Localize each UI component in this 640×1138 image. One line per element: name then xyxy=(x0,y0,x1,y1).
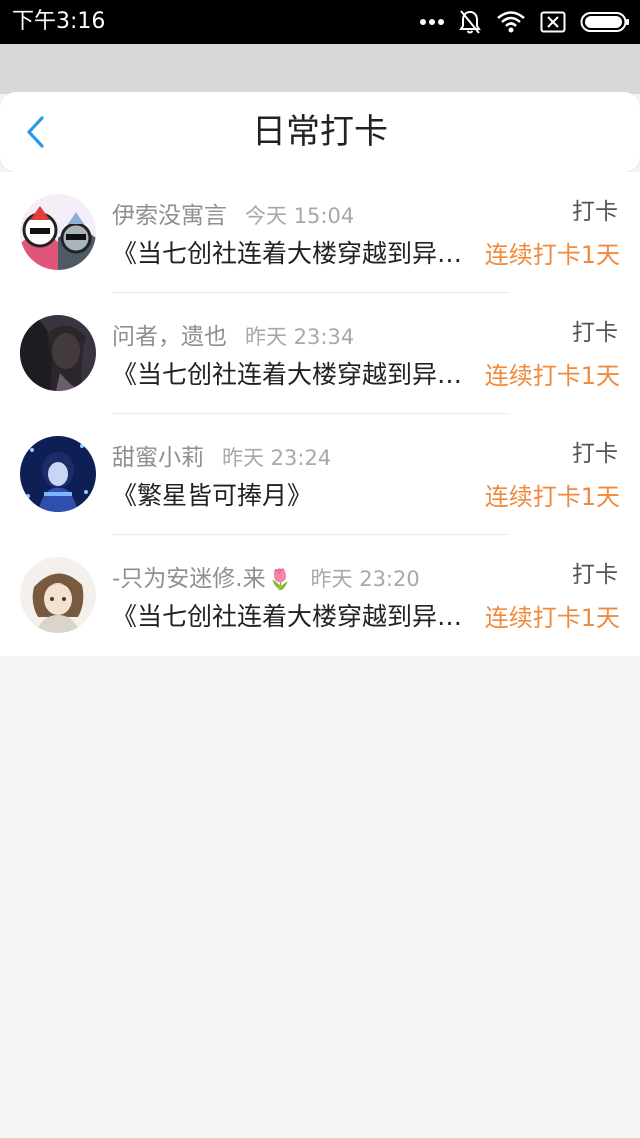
checkin-list: 伊索没寓言 今天 15:04 《当七创社连着大楼穿越到异界》 打卡 连续打卡1天… xyxy=(0,172,640,656)
page-header: 日常打卡 xyxy=(0,92,640,172)
work-title[interactable]: 《当七创社连着大楼穿越到异界》 xyxy=(112,236,464,272)
streak-label: 连续打卡1天 xyxy=(484,604,620,632)
streak-label: 连续打卡1天 xyxy=(484,362,620,390)
checkin-action-label: 打卡 xyxy=(572,562,618,588)
list-item[interactable]: 问者，遗也 昨天 23:34 《当七创社连着大楼穿越到异界》 打卡 连续打卡1天 xyxy=(0,293,640,414)
avatar-image xyxy=(20,194,96,270)
name-line: 甜蜜小莉 昨天 23:24 xyxy=(112,438,332,472)
avatar[interactable] xyxy=(20,315,96,391)
list-item[interactable]: 伊索没寓言 今天 15:04 《当七创社连着大楼穿越到异界》 打卡 连续打卡1天 xyxy=(0,172,640,293)
tulip-emoji-icon: 🌷 xyxy=(267,567,293,591)
avatar-image xyxy=(20,557,96,633)
avatar-image xyxy=(20,315,96,391)
work-title[interactable]: 《繁星皆可捧月》 xyxy=(112,478,464,514)
avatar[interactable] xyxy=(20,436,96,512)
work-title[interactable]: 《当七创社连着大楼穿越到异界》 xyxy=(112,599,464,635)
status-bar: 下午3:16 xyxy=(0,0,640,44)
avatar[interactable] xyxy=(20,194,96,270)
bell-off-icon xyxy=(459,10,481,34)
wifi-icon xyxy=(497,11,525,33)
status-icons xyxy=(420,8,630,36)
sim-x-icon xyxy=(540,11,566,33)
work-title[interactable]: 《当七创社连着大楼穿越到异界》 xyxy=(112,357,464,393)
page-title: 日常打卡 xyxy=(252,112,388,152)
list-item[interactable]: -只为安迷修.来 🌷 昨天 23:20 《当七创社连着大楼穿越到异界》 打卡 连… xyxy=(0,535,640,656)
name-line: -只为安迷修.来 🌷 昨天 23:20 xyxy=(112,559,420,593)
streak-label: 连续打卡1天 xyxy=(484,241,620,269)
checkin-action-label: 打卡 xyxy=(572,320,618,346)
name-line: 问者，遗也 昨天 23:34 xyxy=(112,317,355,351)
checkin-action-label: 打卡 xyxy=(572,199,618,225)
list-item[interactable]: 甜蜜小莉 昨天 23:24 《繁星皆可捧月》 打卡 连续打卡1天 xyxy=(0,414,640,535)
battery-icon xyxy=(580,12,629,32)
status-time: 下午3:16 xyxy=(12,9,106,34)
post-time: 今天 15:04 xyxy=(245,204,355,228)
user-name[interactable]: -只为安迷修.来 xyxy=(112,559,266,593)
more-dots-icon xyxy=(420,19,444,25)
post-time: 昨天 23:24 xyxy=(222,446,332,470)
user-name[interactable]: 伊索没寓言 xyxy=(112,196,227,230)
streak-label: 连续打卡1天 xyxy=(484,483,620,511)
user-name[interactable]: 问者，遗也 xyxy=(112,317,227,351)
name-line: 伊索没寓言 今天 15:04 xyxy=(112,196,355,230)
avatar-image xyxy=(20,436,96,512)
avatar[interactable] xyxy=(20,557,96,633)
post-time: 昨天 23:34 xyxy=(245,325,355,349)
user-name[interactable]: 甜蜜小莉 xyxy=(112,438,204,472)
checkin-action-label: 打卡 xyxy=(572,441,618,467)
top-gray-band xyxy=(0,44,640,94)
post-time: 昨天 23:20 xyxy=(310,567,420,591)
